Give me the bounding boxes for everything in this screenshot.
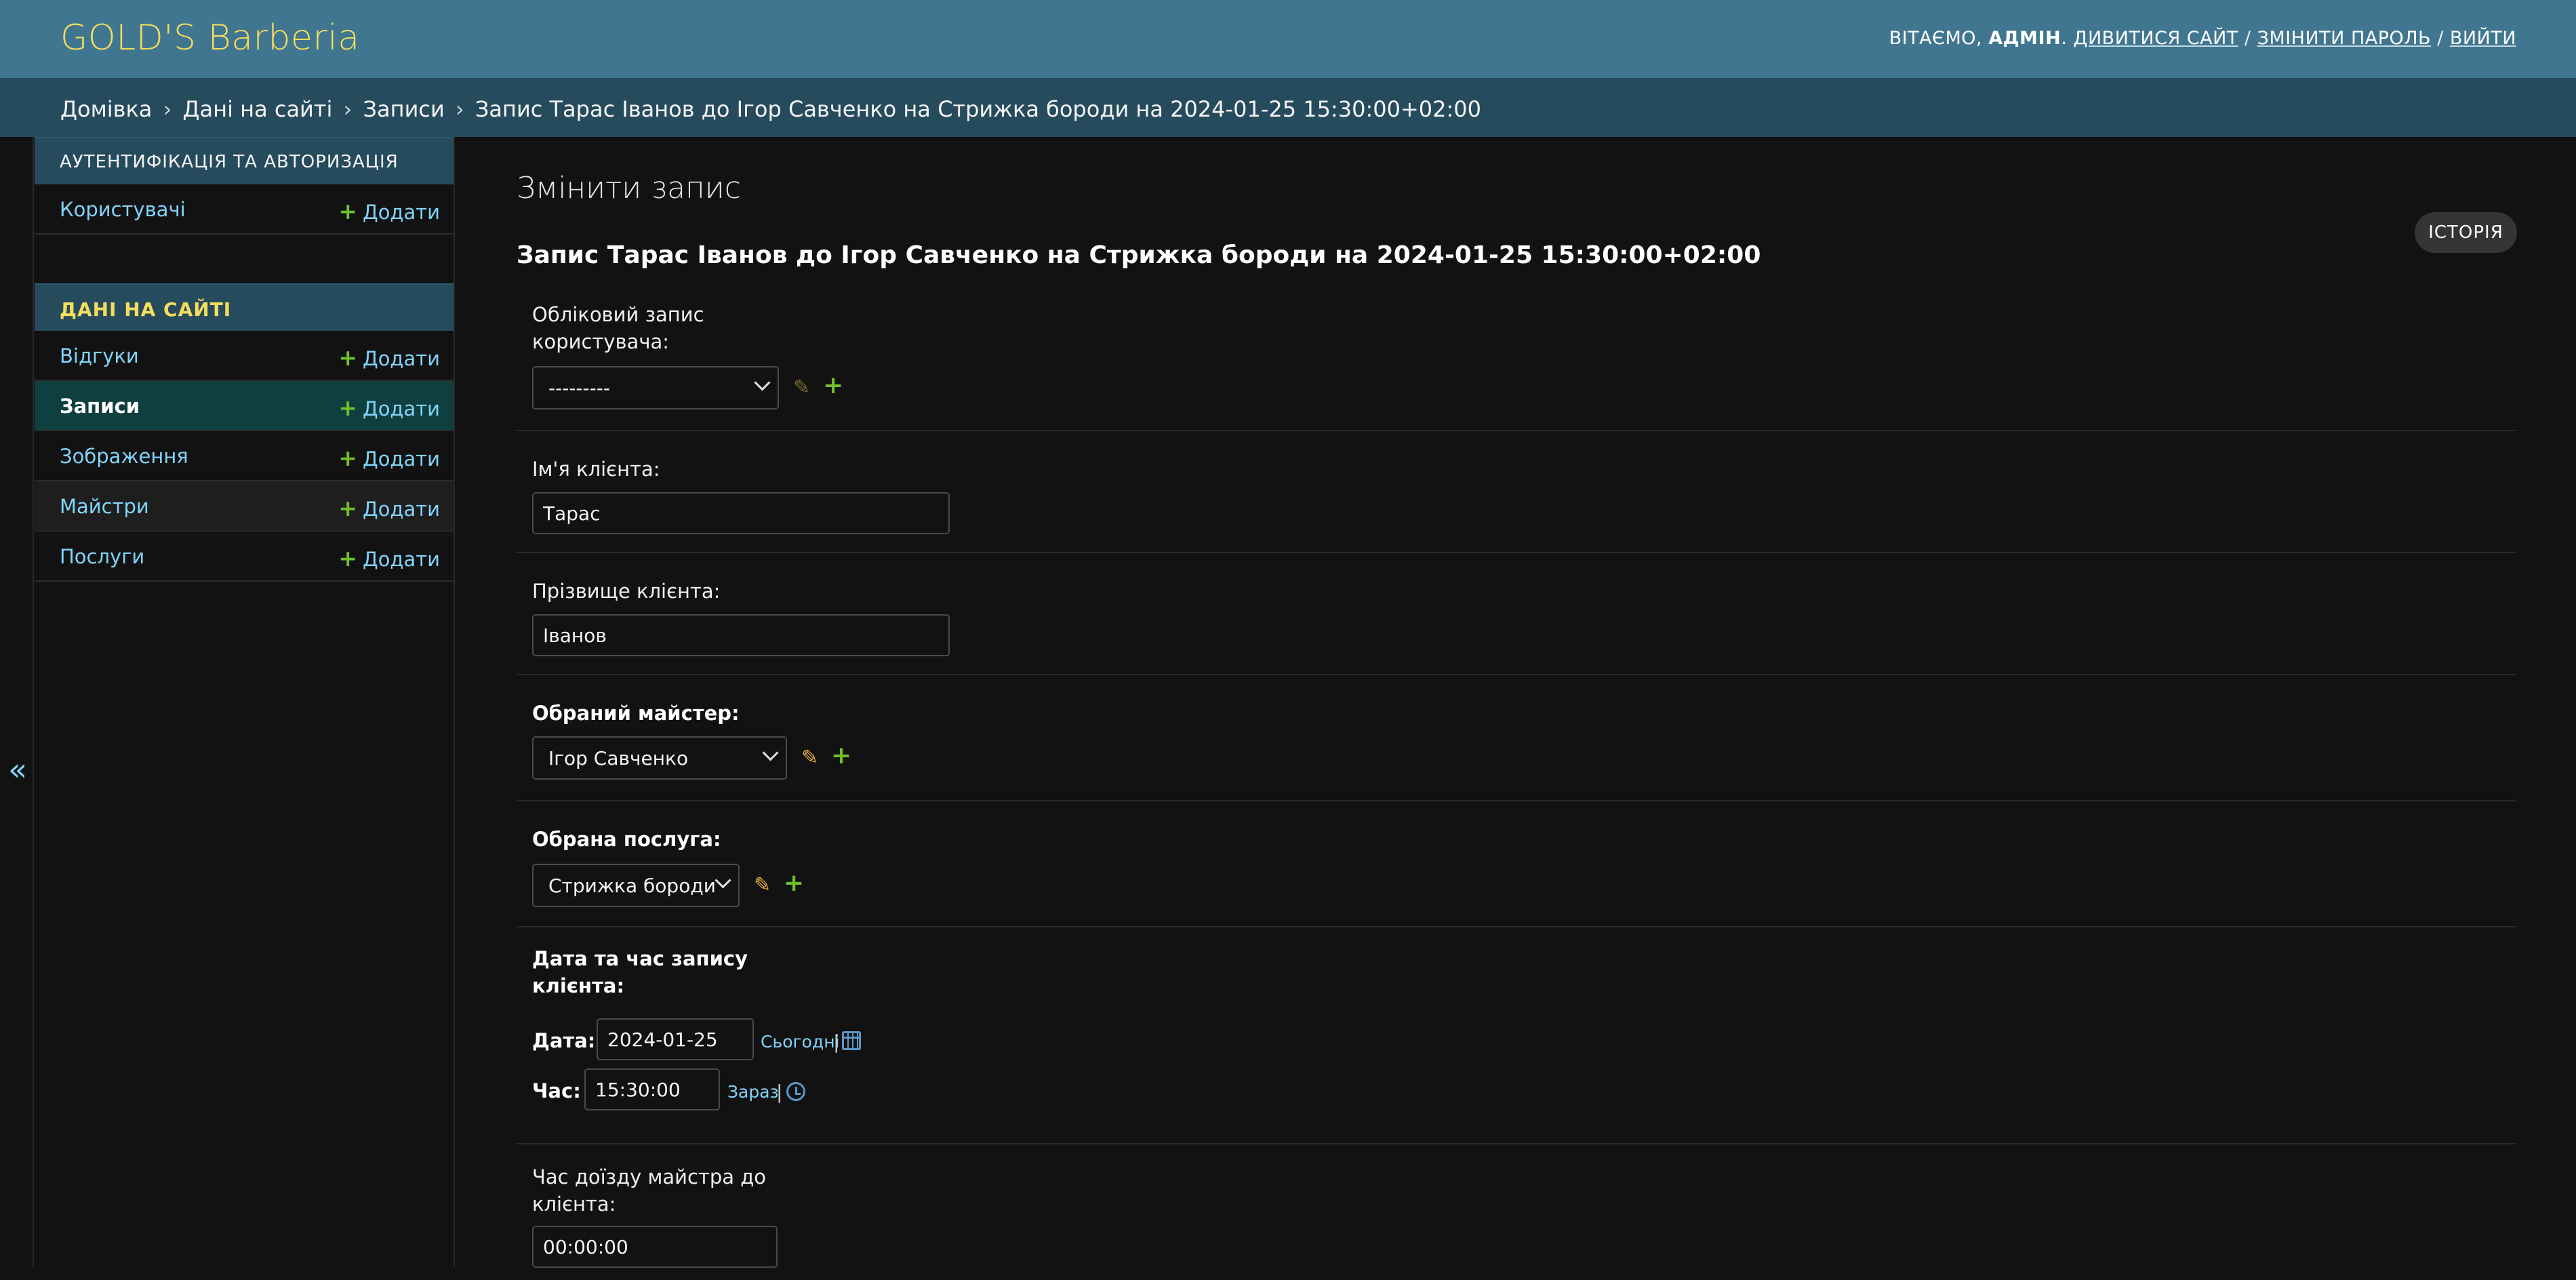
form-row-datetime: Дата та час запису клієнта: Дата: Сьогод… [517,927,2516,1144]
breadcrumb: Домівка › Дані на сайті › Записи › Запис… [0,78,2576,137]
service-select[interactable]: Стрижка бороди [532,864,740,907]
plus-icon[interactable]: + [823,372,843,399]
field-label: Дата та час запису [532,947,748,970]
field-label: Обліковий запис [532,303,704,326]
sidebar-item-label[interactable]: Послуги [60,545,144,568]
date-label: Дата: [532,1029,596,1052]
breadcrumb-current: Запис Тарас Іванов до Ігор Савченко на С… [475,96,1481,122]
logout-link[interactable]: ВИЙТИ [2450,28,2516,49]
plus-icon: + [338,495,358,521]
site-header: GOLD'S Barberia ВІТАЄМО, АДМІН. ДИВИТИСЯ… [0,0,2576,78]
breadcrumb-home[interactable]: Домівка [60,96,152,122]
breadcrumb-separator: › [455,96,464,122]
calendar-icon[interactable] [842,1031,861,1050]
pencil-icon[interactable]: ✎ [801,746,818,769]
add-link[interactable]: + Додати [338,445,440,471]
sidebar-item-label[interactable]: Користувачі [60,198,186,221]
sidebar-item-services: Послуги + Додати [35,532,454,582]
field-label: Обраний майстер: [532,702,740,725]
sidebar-item-masters: Майстри + Додати [35,481,454,532]
breadcrumb-separator: › [343,96,353,122]
separator: / [2244,28,2251,49]
sidebar-item-users: Користувачі + Додати [35,184,454,235]
plus-icon: + [338,395,358,421]
field-label: клієнта: [532,974,625,997]
sidebar-item-appointments: Записи + Додати [35,381,454,431]
form-row-master: Обраний майстер: Ігор Савченко ✎ + [517,675,2516,801]
view-site-link[interactable]: ДИВИТИСЯ САЙТ [2073,28,2238,49]
date-input[interactable] [597,1018,754,1060]
breadcrumb-model[interactable]: Записи [363,96,445,122]
chevron-down-icon [754,374,771,391]
separator: | [776,1081,783,1103]
page-title: Змінити запис [517,171,741,205]
field-label: користувача: [532,330,670,353]
form-row-travel-time: Час доїзду майстра до клієнта: [517,1144,2516,1280]
time-input[interactable] [584,1068,720,1111]
sidebar-item-reviews: Відгуки + Додати [35,331,454,381]
add-link[interactable]: + Додати [338,495,440,521]
sidebar-item-label[interactable]: Записи [60,395,140,418]
pencil-icon: ✎ [793,376,811,399]
toggle-sidebar-button[interactable]: « [0,137,34,1267]
username: АДМІН [1988,28,2061,49]
plus-icon[interactable]: + [784,869,804,897]
double-chevron-left-icon: « [8,751,28,788]
field-label: Ім'я клієнта: [532,458,660,481]
site-brand[interactable]: GOLD'S Barberia [60,18,360,58]
object-title: Запис Тарас Іванов до Ігор Савченко на С… [517,241,1761,269]
pencil-icon[interactable]: ✎ [754,873,771,897]
today-link[interactable]: Сьогодні [761,1032,840,1052]
sidebar-item-label[interactable]: Майстри [60,495,149,518]
separator: / [2437,28,2444,49]
chevron-down-icon [762,744,779,761]
master-select[interactable]: Ігор Савченко [532,736,787,780]
form-row-first-name: Ім'я клієнта: [517,431,2516,553]
add-link[interactable]: + Додати [338,545,440,572]
plus-icon: + [338,545,358,572]
plus-icon[interactable]: + [831,742,851,769]
history-button[interactable]: ІСТОРІЯ [2415,212,2517,253]
field-label: Обрана послуга: [532,828,721,851]
chevron-down-icon [715,872,731,889]
separator: | [833,1031,840,1053]
change-password-link[interactable]: ЗМІНИТИ ПАРОЛЬ [2257,28,2431,49]
breadcrumb-app[interactable]: Дані на сайті [183,96,333,122]
add-link[interactable]: + Додати [338,395,440,421]
app-caption-site-data[interactable]: Дані на сайті [35,283,454,331]
time-label: Час: [532,1079,581,1102]
form-row-user-account: Обліковий запис користувача: --------- ✎… [517,301,2516,431]
sidebar-item-label[interactable]: Зображення [60,445,188,468]
welcome-text: ВІТАЄМО, [1889,28,1983,49]
field-label: Час доїзду майстра до [532,1165,767,1188]
plus-icon: + [338,344,358,371]
sidebar-item-label[interactable]: Відгуки [60,344,139,367]
field-label: Прізвище клієнта: [532,580,721,603]
user-tools: ВІТАЄМО, АДМІН. ДИВИТИСЯ САЙТ / ЗМІНИТИ … [1889,28,2516,49]
plus-icon: + [338,445,358,471]
app-caption-auth[interactable]: Аутентифікація та авторизація [35,137,454,184]
travel-time-input[interactable] [532,1226,778,1268]
nav-sidebar: Аутентифікація та авторизація Користувач… [35,137,455,1267]
breadcrumb-separator: › [163,96,172,122]
form-row-last-name: Прізвище клієнта: [517,553,2516,675]
first-name-input[interactable] [532,492,950,534]
now-link[interactable]: Зараз [727,1082,779,1102]
sidebar-item-images: Зображення + Додати [35,431,454,481]
field-label: клієнта: [532,1193,616,1216]
clock-icon[interactable] [786,1082,805,1101]
add-link[interactable]: + Додати [338,344,440,371]
last-name-input[interactable] [532,614,950,656]
add-link[interactable]: + Додати [338,198,440,224]
user-account-select[interactable]: --------- [532,366,779,409]
plus-icon: + [338,198,358,224]
form-row-service: Обрана послуга: Стрижка бороди ✎ + [517,801,2516,927]
